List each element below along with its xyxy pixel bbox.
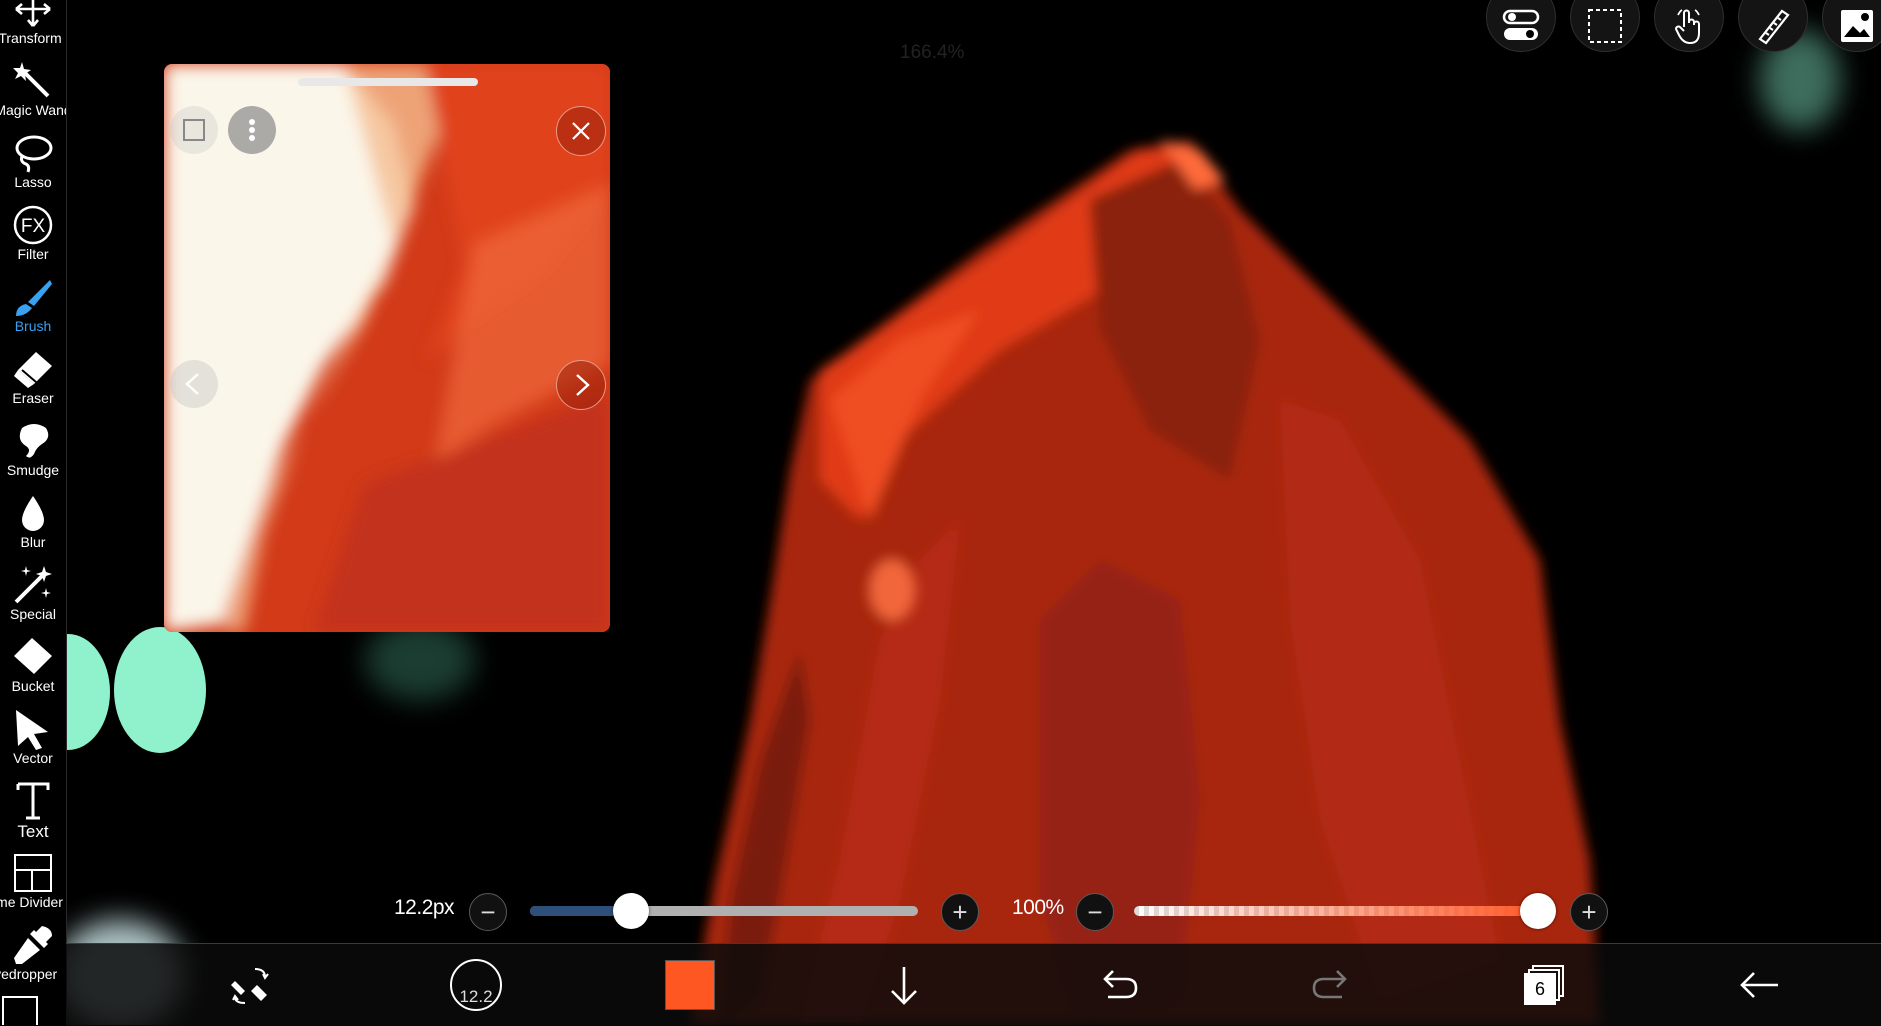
next-image-button[interactable] [556,360,606,410]
chevron-right-icon [576,374,590,396]
brush-size-slider[interactable] [530,906,918,916]
tool-label: Bucket [11,678,55,694]
brush-size-indicator: 12.2 [450,959,502,1011]
image-icon [1841,10,1873,42]
minus-icon: − [1087,897,1103,927]
tool-palette: Transform Magic Wand Lasso FX Filter Bru… [0,0,67,1025]
brush-size-indicator-value: 12.2 [459,987,493,1006]
special-icon [14,566,52,604]
brush-settings-button[interactable]: 12.2 [416,944,536,1026]
tool-frame-divider[interactable]: Frame Divider [0,852,66,924]
close-icon [572,122,590,140]
smudge-icon [19,424,49,458]
transform-icon [15,0,51,27]
tool-smudge[interactable]: Smudge [0,420,66,492]
plus-icon: + [952,897,968,927]
zoom-level-label: 166.4% [900,42,965,63]
panel-drag-handle[interactable] [298,78,478,86]
lasso-icon [15,135,53,173]
tool-eraser[interactable]: Eraser [0,348,66,420]
tool-label: Magic Wand [0,102,66,118]
tool-label: Vector [13,750,53,766]
filter-fx-icon: FX [13,205,53,245]
arrow-down-icon [891,967,917,1005]
frame-divider-icon [14,854,52,892]
bottom-toolbar: 12.2 6 [66,943,1881,1026]
text-icon [16,782,50,820]
tool-label: Eraser [12,390,54,406]
opacity-decrease-button[interactable]: − [1076,893,1114,931]
eraser-icon [14,352,52,388]
color-picker-button[interactable] [630,944,750,1026]
tool-label: Brush [14,318,52,334]
ruler-icon [1758,9,1790,45]
tool-blur[interactable]: Blur [0,492,66,564]
opacity-slider-knob[interactable] [1520,893,1556,929]
undo-icon [1103,970,1138,999]
tool-label: Frame Divider [0,894,63,910]
layers-icon: 6 [1524,963,1568,1007]
undo-button[interactable] [1058,944,1178,1026]
square-icon [183,119,205,141]
swap-tools-icon [231,968,269,1004]
reference-panel[interactable] [164,64,610,632]
panel-menu-button[interactable] [228,106,276,154]
redo-icon [1312,970,1347,999]
tool-label: Blur [20,534,46,550]
layers-button[interactable]: 6 [1486,944,1606,1026]
panel-close-button[interactable] [556,106,606,156]
tool-magic-wand[interactable]: Magic Wand [0,60,66,132]
previous-image-button[interactable] [170,360,218,408]
redo-button[interactable] [1272,944,1392,1026]
brush-icon [16,280,52,316]
back-button[interactable] [1700,944,1820,1026]
tool-text[interactable]: Text [0,780,66,852]
reference-image [164,64,610,632]
chevron-left-icon [185,373,199,395]
layer-count: 6 [1524,973,1556,1005]
svg-text:FX: FX [21,216,46,237]
opacity-value: 100% [1012,896,1064,919]
opacity-slider[interactable] [1134,906,1538,916]
brush-size-decrease-button[interactable]: − [469,893,507,931]
magic-wand-icon [13,62,50,98]
arrow-left-icon [1740,972,1778,998]
brush-size-slider-knob[interactable] [612,893,649,929]
tool-eyedropper[interactable]: Eyedropper [0,924,66,996]
tool-lasso[interactable]: Lasso [0,132,66,204]
tool-label: Filter [17,246,49,262]
tool-bucket[interactable]: Bucket [0,636,66,708]
tool-next-partial[interactable] [2,996,38,1025]
swap-tool-button[interactable] [206,944,296,1026]
tool-filter[interactable]: FX Filter [0,204,66,276]
plus-icon: + [1581,897,1597,927]
brush-size-increase-button[interactable]: + [941,893,979,931]
tool-label: Text [17,822,49,841]
minus-icon: − [480,897,496,927]
tool-special[interactable]: Special [0,564,66,636]
tool-label: Smudge [6,462,60,478]
tool-label: Special [10,606,56,622]
selection-icon [1588,9,1622,43]
tool-vector[interactable]: Vector [0,708,66,780]
eyedropper-icon [14,926,52,964]
current-color-swatch [665,960,715,1010]
bucket-icon [14,638,52,674]
opacity-fill [1134,906,1538,916]
tool-label: Eyedropper [0,966,58,982]
hand-gesture-icon [1674,9,1700,45]
more-vertical-icon [249,119,255,141]
blur-icon [22,496,44,531]
tool-transform[interactable]: Transform [0,0,66,60]
opacity-increase-button[interactable]: + [1570,893,1608,931]
brush-size-value: 12.2px [394,896,455,919]
tool-label: Transform [0,30,62,46]
tool-label: Lasso [14,174,52,190]
vector-icon [16,710,48,750]
panel-expand-button[interactable] [170,106,218,154]
tool-brush[interactable]: Brush [0,276,66,348]
download-button[interactable] [844,944,964,1026]
toggle-icon [1502,9,1540,40]
